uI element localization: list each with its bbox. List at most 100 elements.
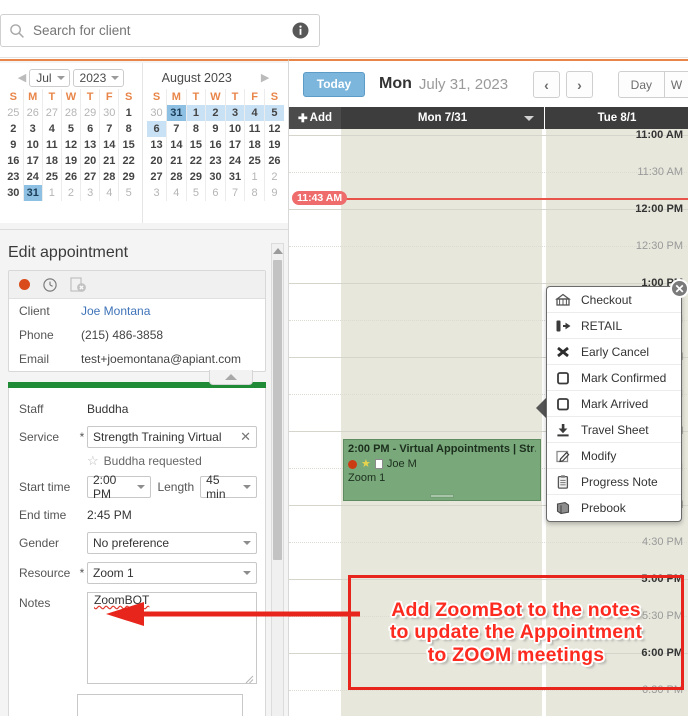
day-cell[interactable]: 23 [205,153,226,169]
context-menu-item-progress-note[interactable]: Progress Note [547,469,681,495]
day-cell[interactable]: 5 [264,105,284,121]
day-cell[interactable]: 27 [147,169,168,185]
day-cell[interactable]: 25 [244,153,265,169]
day-cell[interactable]: 21 [99,153,120,169]
day-cell[interactable]: 31 [23,185,43,201]
client-value[interactable]: Joe Montana [81,304,150,318]
day-cell[interactable]: 2 [264,169,284,185]
day-cell[interactable]: 1 [42,185,62,201]
day-cell[interactable]: 10 [225,121,246,137]
day-cell[interactable]: 4 [166,185,187,201]
day-cell[interactable]: 7 [166,121,187,137]
day-cell[interactable]: 18 [42,153,62,169]
scroll-up-arrow-icon[interactable] [272,248,283,254]
day-cell[interactable]: 13 [80,137,101,153]
day-cell[interactable]: 14 [99,137,120,153]
resource-select[interactable]: Zoom 1 [87,562,257,584]
additional-field[interactable] [77,694,243,716]
day-cell[interactable]: 10 [23,137,43,153]
year-select-july[interactable]: 2023 [72,69,125,87]
context-menu-item-early-cancel[interactable]: Early Cancel [547,339,681,365]
day-cell[interactable]: 27 [42,105,62,121]
context-menu-item-travel-sheet[interactable]: Travel Sheet [547,417,681,443]
day-cell[interactable]: 29 [119,169,138,185]
prev-month-arrow-icon[interactable]: ◀ [18,72,26,84]
day-cell[interactable]: 20 [147,153,168,169]
day-cell[interactable]: 24 [225,153,246,169]
appointment-block[interactable]: 2:00 PM - Virtual Appointments | Str… ★ … [343,439,541,501]
day-cell[interactable]: 12 [264,121,284,137]
day-cell[interactable]: 27 [80,169,101,185]
clear-service-icon[interactable]: ✕ [240,429,251,445]
day-cell[interactable]: 8 [244,185,265,201]
day-cell[interactable]: 28 [99,169,120,185]
day-cell[interactable]: 16 [4,153,24,169]
day-cell[interactable]: 31 [225,169,246,185]
day-cell[interactable]: 20 [80,153,101,169]
view-day-button[interactable]: Day [617,71,665,98]
day-cell[interactable]: 30 [205,169,226,185]
remove-document-icon[interactable] [70,276,87,293]
gender-select[interactable]: No preference [87,532,257,554]
day-cell[interactable]: 29 [80,105,101,121]
day-cell[interactable]: 29 [186,169,207,185]
day-cell[interactable]: 12 [61,137,82,153]
appointment-resize-grip[interactable] [430,494,454,498]
day-header-mon[interactable]: Mon 7/31 [341,107,545,129]
context-menu-item-modify[interactable]: Modify [547,443,681,469]
view-week-button[interactable]: W [665,71,688,98]
status-dot-icon[interactable] [19,279,30,290]
day-cell[interactable]: 16 [205,137,226,153]
day-cell[interactable]: 25 [42,169,62,185]
day-cell[interactable]: 1 [119,105,138,121]
day-cell[interactable]: 31 [166,105,187,121]
context-menu-item-checkout[interactable]: Checkout [547,287,681,313]
day-cell[interactable]: 24 [23,169,43,185]
day-cell[interactable]: 26 [61,169,82,185]
day-cell[interactable]: 3 [147,185,168,201]
chevron-down-icon[interactable] [524,116,534,121]
day-cell[interactable]: 2 [4,121,24,137]
day-cell[interactable]: 7 [225,185,246,201]
context-menu-item-retail[interactable]: RETAIL [547,313,681,339]
day-cell[interactable]: 4 [99,185,120,201]
scrollbar-thumb[interactable] [273,260,282,560]
collapse-card-button[interactable] [209,370,253,385]
day-cell[interactable]: 28 [61,105,82,121]
start-time-select[interactable]: 2:00 PM [87,473,152,501]
day-cell[interactable]: 3 [23,121,43,137]
context-menu-item-prebook[interactable]: Prebook [547,495,681,521]
day-cell[interactable]: 5 [186,185,207,201]
day-cell[interactable]: 15 [186,137,207,153]
add-appointment-button[interactable]: ✚ Add [289,107,341,129]
day-cell[interactable]: 5 [61,121,82,137]
day-cell[interactable]: 15 [119,137,138,153]
info-icon[interactable] [292,22,309,39]
day-cell[interactable]: 17 [23,153,43,169]
day-cell[interactable]: 7 [99,121,120,137]
prev-day-button[interactable]: ‹ [533,71,560,98]
day-cell[interactable]: 9 [205,121,226,137]
day-cell[interactable]: 22 [186,153,207,169]
day-cell[interactable]: 26 [23,105,43,121]
day-cell[interactable]: 8 [119,121,138,137]
day-header-tue[interactable]: Tue 8/1 [545,107,688,129]
day-cell[interactable]: 19 [61,153,82,169]
next-day-button[interactable]: › [566,71,593,98]
day-cell[interactable]: 30 [4,185,24,201]
context-menu-item-mark-confirmed[interactable]: Mark Confirmed [547,365,681,391]
day-cell[interactable]: 6 [205,185,226,201]
search-box[interactable] [0,14,320,47]
day-cell[interactable]: 6 [80,121,101,137]
day-cell[interactable]: 11 [244,121,265,137]
context-menu-item-mark-arrived[interactable]: Mark Arrived [547,391,681,417]
day-cell[interactable]: 26 [264,153,284,169]
day-cell[interactable]: 30 [147,105,168,121]
panel-scrollbar[interactable] [271,243,284,716]
resize-grip-icon[interactable] [245,673,254,684]
close-icon[interactable]: ✕ [670,279,688,298]
day-cell[interactable]: 23 [4,169,24,185]
day-cell[interactable]: 4 [244,105,265,121]
next-month-arrow-icon[interactable]: ▶ [261,72,269,84]
day-cell[interactable]: 1 [186,105,207,121]
